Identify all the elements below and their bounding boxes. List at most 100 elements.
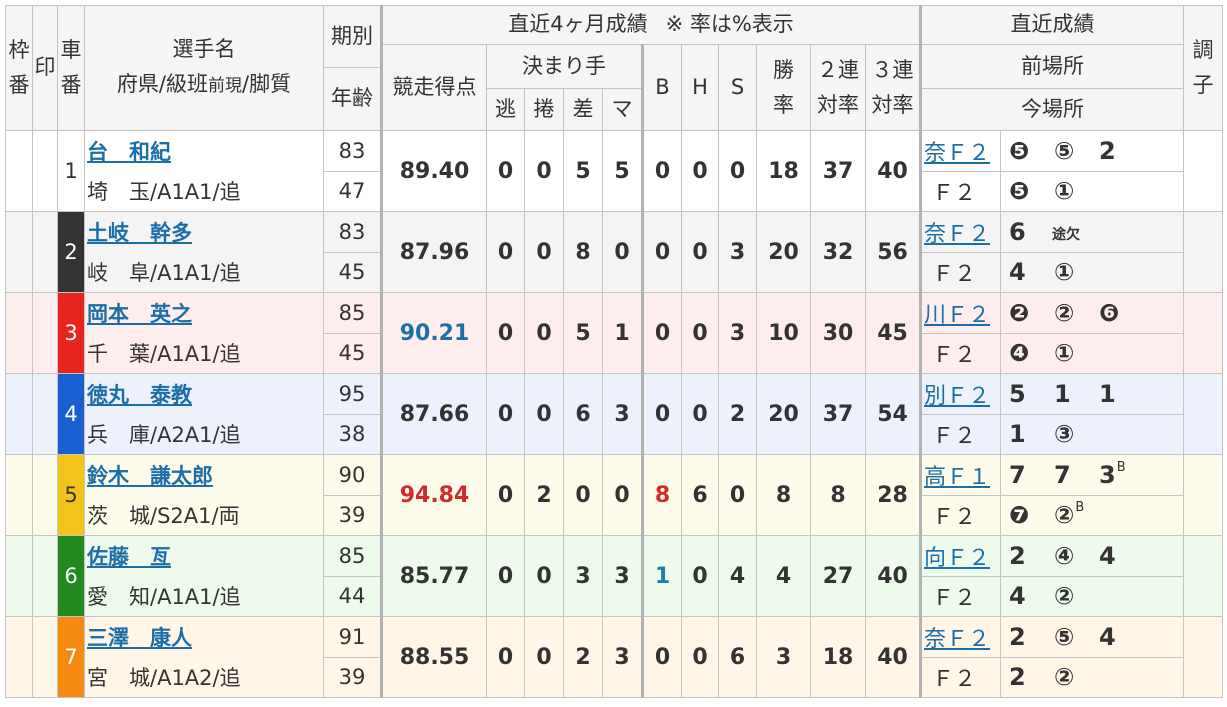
prev-meet-venue: 向Ｆ２ bbox=[919, 535, 1002, 577]
top2-rate: 27 bbox=[810, 535, 866, 617]
curr-meet-venue: Ｆ２ bbox=[919, 332, 1002, 374]
top2-rate: 37 bbox=[810, 130, 866, 212]
frame-cell bbox=[5, 454, 33, 536]
frame-header: 枠 番 bbox=[5, 5, 33, 131]
score-header: 競走得点 bbox=[380, 44, 487, 131]
result-value: ① bbox=[1054, 177, 1075, 206]
car-header-line: 番 bbox=[60, 73, 82, 97]
result-value: 1 bbox=[1099, 379, 1116, 408]
result-value: 4 bbox=[1009, 258, 1026, 287]
result-value: ② bbox=[1054, 663, 1075, 692]
home-count: 0 bbox=[681, 130, 719, 212]
home-count: 0 bbox=[681, 211, 719, 293]
curr-meet-venue: Ｆ２ bbox=[919, 656, 1002, 698]
back-count: 0 bbox=[641, 616, 682, 698]
player-name-header: 選手名 bbox=[172, 37, 236, 61]
kimarite-header: 決まり手 bbox=[486, 44, 643, 89]
back-count: 0 bbox=[641, 211, 682, 293]
mark-cell bbox=[32, 373, 58, 455]
makuri-count: 0 bbox=[524, 130, 564, 212]
term-value: 83 bbox=[323, 211, 382, 253]
race-entry-table: 枠 番 印 車 番 選手名 府県/級班前現/脚質 期別 年齢 直近4ヶ月成績 ※ … bbox=[5, 5, 1224, 698]
result-mark: ① bbox=[1046, 258, 1091, 286]
top3-rate-header: ３連 対率 bbox=[864, 44, 922, 131]
recent-4-months-header: 直近4ヶ月成績 ※ 率は%表示 bbox=[379, 5, 922, 45]
player-sub-part: 府県/級班 bbox=[116, 72, 208, 96]
makuri-count: 2 bbox=[524, 454, 564, 536]
result-value: ⑤ bbox=[1054, 622, 1075, 651]
condition-cell bbox=[1183, 211, 1224, 293]
win-rate: 8 bbox=[756, 454, 811, 536]
rider-name-link[interactable]: 岡本 英之 bbox=[87, 302, 192, 326]
result-value: 3 bbox=[1099, 460, 1116, 489]
score-value: 89.40 bbox=[380, 130, 487, 212]
rider-name-link[interactable]: 三澤 康人 bbox=[87, 626, 192, 650]
rider-name-link[interactable]: 徳丸 泰教 bbox=[87, 383, 192, 407]
mark-count: 0 bbox=[602, 211, 643, 293]
rider-row: 7 三澤 康人 91 88.55 0 0 2 3 0 0 6 3 18 40 奈Ｆ２ 2 ⑤ 4 bbox=[5, 616, 1224, 698]
term-value: 91 bbox=[323, 616, 382, 658]
result-value: ❺ bbox=[1009, 177, 1030, 206]
back-count: 8 bbox=[641, 454, 682, 536]
win-rate: 20 bbox=[756, 373, 811, 455]
mark-cell bbox=[32, 616, 58, 698]
mark-count: 3 bbox=[602, 616, 643, 698]
result-value: ① bbox=[1054, 339, 1075, 368]
rider-row: 1台 和紀 83 89.40 0 0 5 5 0 0 0 18 37 40 奈Ｆ２ ❺ ⑤ 2 bbox=[5, 130, 1224, 212]
mark-k-header: マ bbox=[602, 88, 643, 131]
prev-meet-venue: 奈Ｆ２ bbox=[919, 616, 1002, 658]
top3-rate: 56 bbox=[864, 211, 922, 293]
back-count: 0 bbox=[641, 292, 682, 374]
curr-meet-venue: Ｆ２ bbox=[919, 413, 1002, 455]
prev-meet-link[interactable]: 奈Ｆ２ bbox=[924, 222, 990, 247]
rider-region: 岐 阜/A1A1/追 bbox=[84, 251, 324, 293]
sashi-header: 差 bbox=[563, 88, 603, 131]
nige-header: 逃 bbox=[486, 88, 525, 131]
rider-name-link[interactable]: 土岐 幹多 bbox=[87, 221, 192, 245]
sashi-count: 6 bbox=[563, 373, 603, 455]
age-value: 47 bbox=[323, 170, 382, 212]
car-number: 3 bbox=[57, 292, 85, 374]
rider-region: 茨 城/S2A1/両 bbox=[84, 494, 324, 536]
result-value: 5 bbox=[1009, 379, 1026, 408]
home-count: 0 bbox=[681, 616, 719, 698]
result-value: 2 bbox=[1009, 663, 1026, 692]
back-count: 0 bbox=[641, 130, 682, 212]
prev-meet-link[interactable]: 奈Ｆ２ bbox=[924, 627, 990, 652]
result-value: 4 bbox=[1099, 622, 1116, 651]
rider-name-link[interactable]: 佐藤 亙 bbox=[87, 545, 171, 569]
prev-meet-link[interactable]: 高Ｆ１ bbox=[924, 465, 990, 490]
result-mark: 4 bbox=[1002, 258, 1047, 287]
result-value: 2 bbox=[1009, 622, 1026, 651]
win-rate-header-line: 勝 bbox=[773, 57, 794, 82]
makuri-count: 0 bbox=[524, 535, 564, 617]
prev-meet-link[interactable]: 別Ｆ２ bbox=[924, 384, 990, 409]
top2-rate-header-line: 対率 bbox=[817, 92, 859, 117]
prev-meet-link[interactable]: 川Ｆ２ bbox=[924, 303, 990, 328]
result-mark: ❺ bbox=[1002, 137, 1047, 165]
prev-meet-link[interactable]: 奈Ｆ２ bbox=[924, 141, 990, 166]
result-mark: ②B bbox=[1046, 500, 1091, 529]
rider-name-link[interactable]: 鈴木 謙太郎 bbox=[87, 464, 213, 488]
mark-cell bbox=[32, 292, 58, 374]
nige-count: 0 bbox=[486, 292, 525, 374]
result-mark: ❹ bbox=[1002, 339, 1047, 367]
player-header: 選手名 府県/級班前現/脚質 bbox=[84, 5, 324, 131]
sashi-count: 3 bbox=[563, 535, 603, 617]
age-value: 45 bbox=[323, 251, 382, 293]
nige-count: 0 bbox=[486, 454, 525, 536]
condition-cell bbox=[1183, 454, 1224, 536]
top3-rate: 54 bbox=[864, 373, 922, 455]
score-value: 87.66 bbox=[380, 373, 487, 455]
result-mark: ② bbox=[1046, 663, 1091, 691]
mark-count: 0 bbox=[602, 454, 643, 536]
rider-region: 兵 庫/A2A1/追 bbox=[84, 413, 324, 455]
frame-cell bbox=[5, 292, 33, 374]
condition-cell bbox=[1183, 292, 1224, 374]
rider-name-link[interactable]: 台 和紀 bbox=[87, 140, 171, 164]
term-age-header-wrap: 期別 年齢 bbox=[324, 7, 380, 130]
prev-meet-link[interactable]: 向Ｆ２ bbox=[924, 546, 990, 571]
top2-rate-header-line: ２連 bbox=[817, 57, 859, 82]
rider-row: 4 徳丸 泰教 95 87.66 0 0 6 3 0 0 2 20 37 54 別Ｆ２ 5 1 1 bbox=[5, 373, 1224, 455]
player-sub-header: 府県/級班前現/脚質 bbox=[86, 67, 323, 104]
